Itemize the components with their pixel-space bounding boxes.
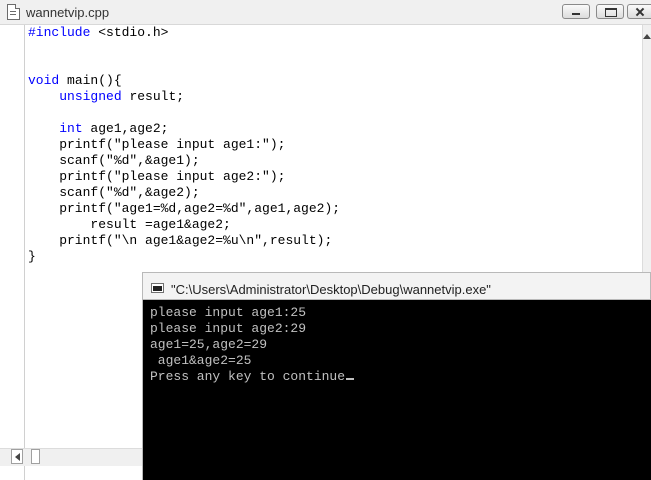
code-line: unsigned result; bbox=[28, 89, 340, 105]
text-cursor bbox=[346, 378, 355, 380]
console-line: please input age2:29 bbox=[150, 321, 354, 337]
scroll-left-icon[interactable] bbox=[11, 449, 23, 464]
code-line: scanf("%d",&age1); bbox=[28, 153, 340, 169]
code-text: printf("\n age1&age2=%u\n",result); bbox=[28, 233, 333, 248]
code-keyword: #include bbox=[28, 25, 91, 40]
minimize-icon bbox=[563, 5, 589, 18]
maximize-icon bbox=[597, 5, 623, 18]
code-text: printf("please input age2:"); bbox=[28, 169, 286, 184]
scroll-up-icon[interactable] bbox=[642, 28, 651, 44]
console-output: please input age1:25 please input age2:29… bbox=[150, 305, 355, 385]
code-keyword: unsigned bbox=[59, 89, 122, 104]
code-text: result =age1&age2; bbox=[28, 217, 231, 232]
code-text: scanf("%d",&age1); bbox=[28, 153, 200, 168]
code-line: result =age1&age2; bbox=[28, 217, 340, 233]
code-line: scanf("%d",&age2); bbox=[28, 185, 340, 201]
console-line-text: age1&age2=25 bbox=[150, 353, 252, 368]
code-line: printf("age1=%d,age2=%d",age1,age2); bbox=[28, 201, 340, 217]
console-title: "C:\Users\Administrator\Desktop\Debug\wa… bbox=[171, 282, 491, 297]
editor-title: wannetvip.cpp bbox=[26, 5, 110, 20]
code-keyword: void bbox=[28, 73, 60, 88]
code-line: #include <stdio.h> bbox=[28, 25, 340, 41]
maximize-button[interactable] bbox=[596, 4, 624, 19]
close-button[interactable] bbox=[627, 4, 651, 19]
code-text: printf("age1=%d,age2=%d",age1,age2); bbox=[28, 201, 341, 216]
code-line: printf("\n age1&age2=%u\n",result); bbox=[28, 233, 340, 249]
code-text: <stdio.h> bbox=[90, 25, 169, 40]
console-window[interactable]: "C:\Users\Administrator\Desktop\Debug\wa… bbox=[142, 272, 651, 480]
console-icon bbox=[151, 283, 164, 293]
code-keyword: int bbox=[59, 121, 83, 136]
console-line: Press any key to continue bbox=[150, 369, 355, 385]
code-line: printf("please input age1:"); bbox=[28, 137, 340, 153]
console-line-text: age1=25,age2=29 bbox=[150, 337, 268, 352]
scroll-split-handle[interactable] bbox=[31, 449, 40, 464]
code-text: main(){ bbox=[59, 73, 122, 88]
code-editor[interactable]: #include <stdio.h> void main(){ unsigned … bbox=[28, 25, 340, 265]
editor-titlebar: wannetvip.cpp bbox=[0, 0, 651, 25]
console-line-text: please input age1:25 bbox=[150, 305, 307, 320]
code-line: void main(){ bbox=[28, 73, 340, 89]
code-text: result; bbox=[121, 89, 185, 104]
console-line-text: Press any key to continue bbox=[150, 369, 346, 384]
code-text: } bbox=[28, 249, 36, 264]
code-text: printf("please input age1:"); bbox=[28, 137, 286, 152]
console-line-text: please input age2:29 bbox=[150, 321, 307, 336]
console-line: age1=25,age2=29 bbox=[150, 337, 354, 353]
console-titlebar[interactable]: "C:\Users\Administrator\Desktop\Debug\wa… bbox=[142, 272, 651, 300]
console-line: please input age1:25 bbox=[150, 305, 354, 321]
code-line: } bbox=[28, 249, 340, 265]
close-icon bbox=[628, 5, 651, 18]
code-line: int age1,age2; bbox=[28, 121, 340, 137]
minimize-button[interactable] bbox=[562, 4, 590, 19]
code-text: scanf("%d",&age2); bbox=[28, 185, 200, 200]
code-line: printf("please input age2:"); bbox=[28, 169, 340, 185]
code-text: age1,age2; bbox=[82, 121, 169, 136]
editor-gutter bbox=[0, 25, 25, 480]
console-line: age1&age2=25 bbox=[150, 353, 354, 369]
file-icon bbox=[7, 4, 20, 20]
